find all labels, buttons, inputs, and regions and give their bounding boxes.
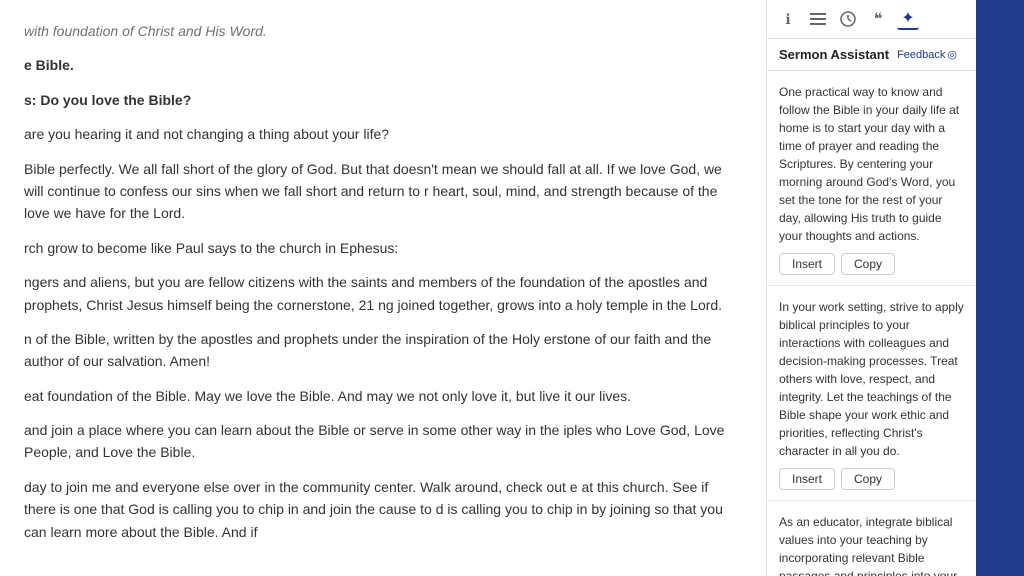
sermon-paragraph: are you hearing it and not changing a th… xyxy=(24,123,742,145)
clock-icon[interactable] xyxy=(837,8,859,30)
sermon-paragraph: ngers and aliens, but you are fellow cit… xyxy=(24,271,742,316)
suggestion-text-3: As an educator, integrate biblical value… xyxy=(779,513,964,576)
info-icon[interactable]: ℹ xyxy=(777,8,799,30)
suggestions-list[interactable]: One practical way to know and follow the… xyxy=(767,71,976,576)
card-actions-1: Insert Copy xyxy=(779,253,964,275)
insert-button-2[interactable]: Insert xyxy=(779,468,835,490)
sermon-text-panel: with foundation of Christ and His Word. … xyxy=(0,0,766,576)
sermon-assistant-panel: ℹ ❝ ✦ Sermon Assistant Feedback ◎ xyxy=(766,0,976,576)
suggestion-text-2: In your work setting, strive to apply bi… xyxy=(779,298,964,460)
sermon-paragraph: s: Do you love the Bible? xyxy=(24,89,742,111)
sermon-paragraph: n of the Bible, written by the apostles … xyxy=(24,328,742,373)
suggestion-card-3: As an educator, integrate biblical value… xyxy=(767,501,976,576)
assistant-title: Sermon Assistant xyxy=(779,47,889,62)
list-icon[interactable] xyxy=(807,8,829,30)
assistant-toolbar: ℹ ❝ ✦ xyxy=(767,0,976,39)
sermon-paragraph: day to join me and everyone else over in… xyxy=(24,476,742,543)
sermon-paragraph: and join a place where you can learn abo… xyxy=(24,419,742,464)
copy-button-1[interactable]: Copy xyxy=(841,253,895,275)
copy-button-2[interactable]: Copy xyxy=(841,468,895,490)
sermon-paragraph: rch grow to become like Paul says to the… xyxy=(24,237,742,259)
suggestion-text-1: One practical way to know and follow the… xyxy=(779,83,964,245)
assistant-header: Sermon Assistant Feedback ◎ xyxy=(767,39,976,71)
sermon-paragraph: with foundation of Christ and His Word. xyxy=(24,20,742,42)
sermon-paragraph: eat foundation of the Bible. May we love… xyxy=(24,385,742,407)
insert-button-1[interactable]: Insert xyxy=(779,253,835,275)
suggestion-card-1: One practical way to know and follow the… xyxy=(767,71,976,286)
sermon-paragraph: Bible perfectly. We all fall short of th… xyxy=(24,158,742,225)
sermon-paragraph: e Bible. xyxy=(24,54,742,76)
feedback-icon: ◎ xyxy=(947,48,957,61)
feedback-link[interactable]: Feedback ◎ xyxy=(897,48,957,61)
suggestion-card-2: In your work setting, strive to apply bi… xyxy=(767,286,976,501)
lightning-icon[interactable]: ✦ xyxy=(897,8,919,30)
card-actions-2: Insert Copy xyxy=(779,468,964,490)
quote-icon[interactable]: ❝ xyxy=(867,8,889,30)
app-sidebar xyxy=(976,0,1024,576)
